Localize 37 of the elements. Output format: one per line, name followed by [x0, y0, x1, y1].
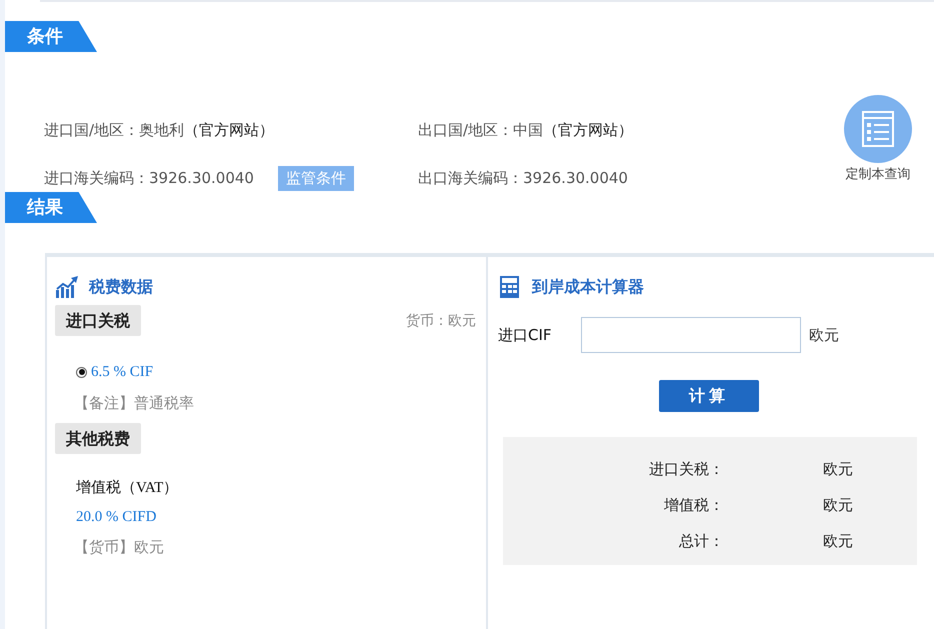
field-label: 进口国/地区：: [44, 120, 140, 140]
calculate-button[interactable]: 计算: [659, 380, 759, 412]
currency-label: 货币：欧元: [406, 312, 476, 330]
input-label: 进口CIF: [498, 326, 553, 344]
remark-text: 【备注】普通税率: [74, 394, 195, 413]
chart-icon: [55, 275, 79, 299]
field-value: 中国: [513, 120, 544, 140]
calculator-icon: [498, 275, 522, 299]
radio-button[interactable]: [76, 366, 87, 378]
section-heading: 条件: [5, 21, 97, 52]
cif-input-field[interactable]: [581, 317, 801, 353]
result-label: 总计：: [678, 532, 724, 550]
currency-note: 【货币】欧元: [74, 538, 165, 557]
field-value: 3926.30.0040: [149, 169, 254, 187]
custom-query-link[interactable]: 定制本查询: [846, 165, 910, 183]
section-label: 进口关税: [55, 305, 141, 336]
website-link[interactable]: （官方网站）: [543, 120, 634, 140]
field-value: 奥地利: [139, 120, 184, 140]
panel-title: 到岸成本计算器: [532, 276, 644, 298]
website-link[interactable]: （官方网站）: [184, 120, 274, 140]
field-label: 出口海关编码：: [418, 168, 523, 188]
tax-name: 增值税（VAT）: [76, 478, 180, 497]
list-icon[interactable]: [844, 95, 912, 163]
rate-text: 6.5 % CIF: [91, 364, 154, 380]
result-label: 进口关税：: [648, 460, 724, 478]
result-label: 增值税：: [663, 496, 724, 514]
rate-text: 20.0 % CIFD: [76, 509, 158, 526]
section-label: 其他税费: [55, 423, 141, 454]
section-heading: 结果: [5, 192, 97, 223]
result-unit: 欧元: [823, 532, 853, 550]
field-label: 出口国/地区：: [418, 120, 514, 140]
result-unit: 欧元: [823, 460, 853, 478]
panel-title: 税费数据: [89, 276, 153, 298]
field-value: 3926.30.0040: [523, 169, 628, 187]
unit-label: 欧元: [809, 326, 839, 344]
result-unit: 欧元: [823, 496, 853, 514]
field-label: 进口海关编码：: [44, 168, 149, 188]
